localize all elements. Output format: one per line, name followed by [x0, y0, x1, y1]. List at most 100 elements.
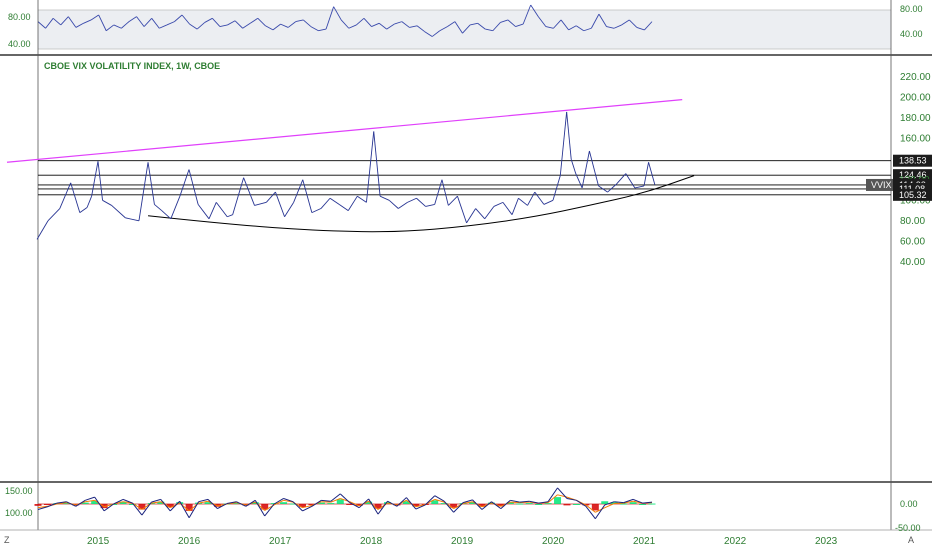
vvix-series-segment	[311, 208, 322, 214]
vvix-series-segment	[559, 111, 568, 176]
x-tick-label: 2016	[178, 536, 201, 547]
vvix-series-segment	[625, 173, 636, 189]
vvix-series-segment	[197, 204, 210, 220]
vvix-series-segment	[138, 162, 149, 221]
vvix-series-segment	[47, 208, 61, 222]
vvix-series-segment	[388, 199, 399, 209]
vvix-series-segment	[434, 179, 443, 205]
main-y-tick-label: 40.00	[900, 257, 925, 268]
bottom-series-group	[34, 487, 656, 520]
vvix-series-segment	[102, 199, 112, 206]
vvix-series-segment	[347, 195, 358, 211]
price-label-text: 138.53	[899, 156, 927, 166]
vvix-series-segment	[407, 197, 417, 203]
corner-label-right[interactable]: A	[908, 535, 914, 545]
vvix-series-segment	[511, 198, 519, 215]
top-right-tick-80: 80.00	[900, 4, 923, 14]
vvix-series-segment	[475, 208, 486, 220]
histogram-bar	[138, 504, 146, 510]
chart-title: CBOE VIX VOLATILITY INDEX, 1W, CBOE	[44, 61, 220, 71]
vvix-series-segment	[552, 175, 561, 201]
vvix-series-segment	[534, 191, 545, 205]
histogram-bar	[516, 503, 524, 505]
vvix-series-segment	[111, 205, 126, 219]
bottom-oscillator-panel: 150.00 100.00 0.00 -50.00	[5, 486, 921, 533]
vvix-series-segment	[154, 204, 162, 211]
corner-label-left[interactable]: Z	[4, 535, 10, 545]
macd-line-segment	[576, 499, 587, 507]
vvix-series-segment	[284, 202, 295, 217]
vvix-series-segment	[441, 179, 449, 206]
histogram-bar	[639, 504, 647, 505]
vvix-series-segment	[581, 150, 590, 189]
vvix-series-segment	[208, 202, 217, 219]
bottom-right-tick-minus50: -50.00	[895, 523, 921, 533]
histogram-bar	[525, 503, 533, 505]
histogram-bar	[34, 504, 42, 506]
vvix-series-segment	[566, 111, 572, 160]
histogram-bar	[43, 504, 51, 505]
x-axis-ticks: 2015 2016 2017 2018 2019 2020 2021 2022 2023	[87, 536, 838, 547]
price-label-text: 105.32	[899, 190, 927, 200]
histogram-bar	[280, 502, 288, 504]
vvix-series-segment	[570, 159, 577, 174]
upper-trendline	[6, 99, 683, 163]
vvix-series-segment	[448, 195, 458, 206]
top-right-tick-40: 40.00	[900, 29, 923, 39]
x-tick-label: 2019	[451, 536, 474, 547]
vvix-series-segment	[457, 196, 467, 224]
vvix-series-segment	[59, 182, 72, 209]
main-y-tick-label: 180.00	[900, 113, 931, 124]
vvix-series-segment	[179, 169, 190, 197]
histogram-bar	[185, 504, 193, 511]
vvix-series-segment	[188, 169, 199, 205]
right-price-labels: 138.53124.46120.00114.931d 14h111.08105.…	[866, 154, 932, 201]
vvix-series-segment	[243, 177, 255, 206]
top-left-tick-80: 80.00	[8, 12, 31, 22]
vvix-series-segment	[493, 201, 504, 207]
bottom-left-tick-150: 150.00	[5, 486, 33, 496]
vvix-series-segment	[416, 197, 426, 207]
histogram-bar	[336, 499, 344, 504]
vvix-series-segment	[366, 131, 375, 203]
vvix-series-segment	[320, 197, 331, 209]
vvix-series-segment	[379, 195, 390, 201]
x-tick-label: 2018	[360, 536, 383, 547]
lower-curve	[147, 175, 695, 233]
vvix-series-segment	[398, 201, 408, 209]
vvix-series-segment	[86, 196, 93, 208]
histogram-bar	[554, 497, 562, 504]
vvix-series-segment	[91, 161, 99, 197]
vvix-series-segment	[36, 220, 49, 240]
main-y-tick-label: 200.00	[900, 93, 931, 104]
histogram-bar	[327, 503, 335, 505]
vvix-series-segment	[634, 185, 645, 189]
vvix-series-segment	[232, 177, 245, 215]
vvix-series-segment	[275, 191, 285, 217]
main-y-tick-label: 160.00	[900, 134, 931, 145]
x-tick-label: 2021	[633, 536, 656, 547]
vvix-series-segment	[215, 202, 228, 218]
histogram-bar	[563, 504, 571, 506]
symbol-badge-text: VVIX	[871, 180, 892, 190]
histogram-bar	[572, 504, 580, 505]
vvix-series-segment	[648, 162, 656, 186]
vvix-series-segment	[518, 197, 528, 206]
vvix-series-segment	[79, 207, 88, 213]
vvix-series-segment	[425, 203, 435, 207]
vvix-series-segment	[527, 191, 536, 206]
histogram-bar	[629, 502, 637, 504]
histogram-bar	[591, 504, 599, 511]
bottom-left-tick-100: 100.00	[5, 508, 33, 518]
x-tick-label: 2023	[815, 536, 838, 547]
x-tick-label: 2022	[724, 536, 747, 547]
vvix-series-segment	[254, 201, 267, 206]
top-oscillator-panel: 80.00 40.00 80.00 40.00	[8, 4, 923, 50]
chart-canvas: 80.00 40.00 80.00 40.00 CBOE VIX VOLATIL…	[0, 0, 932, 547]
main-y-tick-label: 220.00	[900, 72, 931, 83]
vvix-series-segment	[575, 173, 583, 189]
vvix-series-segment	[357, 195, 367, 203]
x-tick-label: 2015	[87, 536, 110, 547]
macd-line-segment	[321, 499, 331, 502]
vvix-series-segment	[227, 214, 233, 218]
